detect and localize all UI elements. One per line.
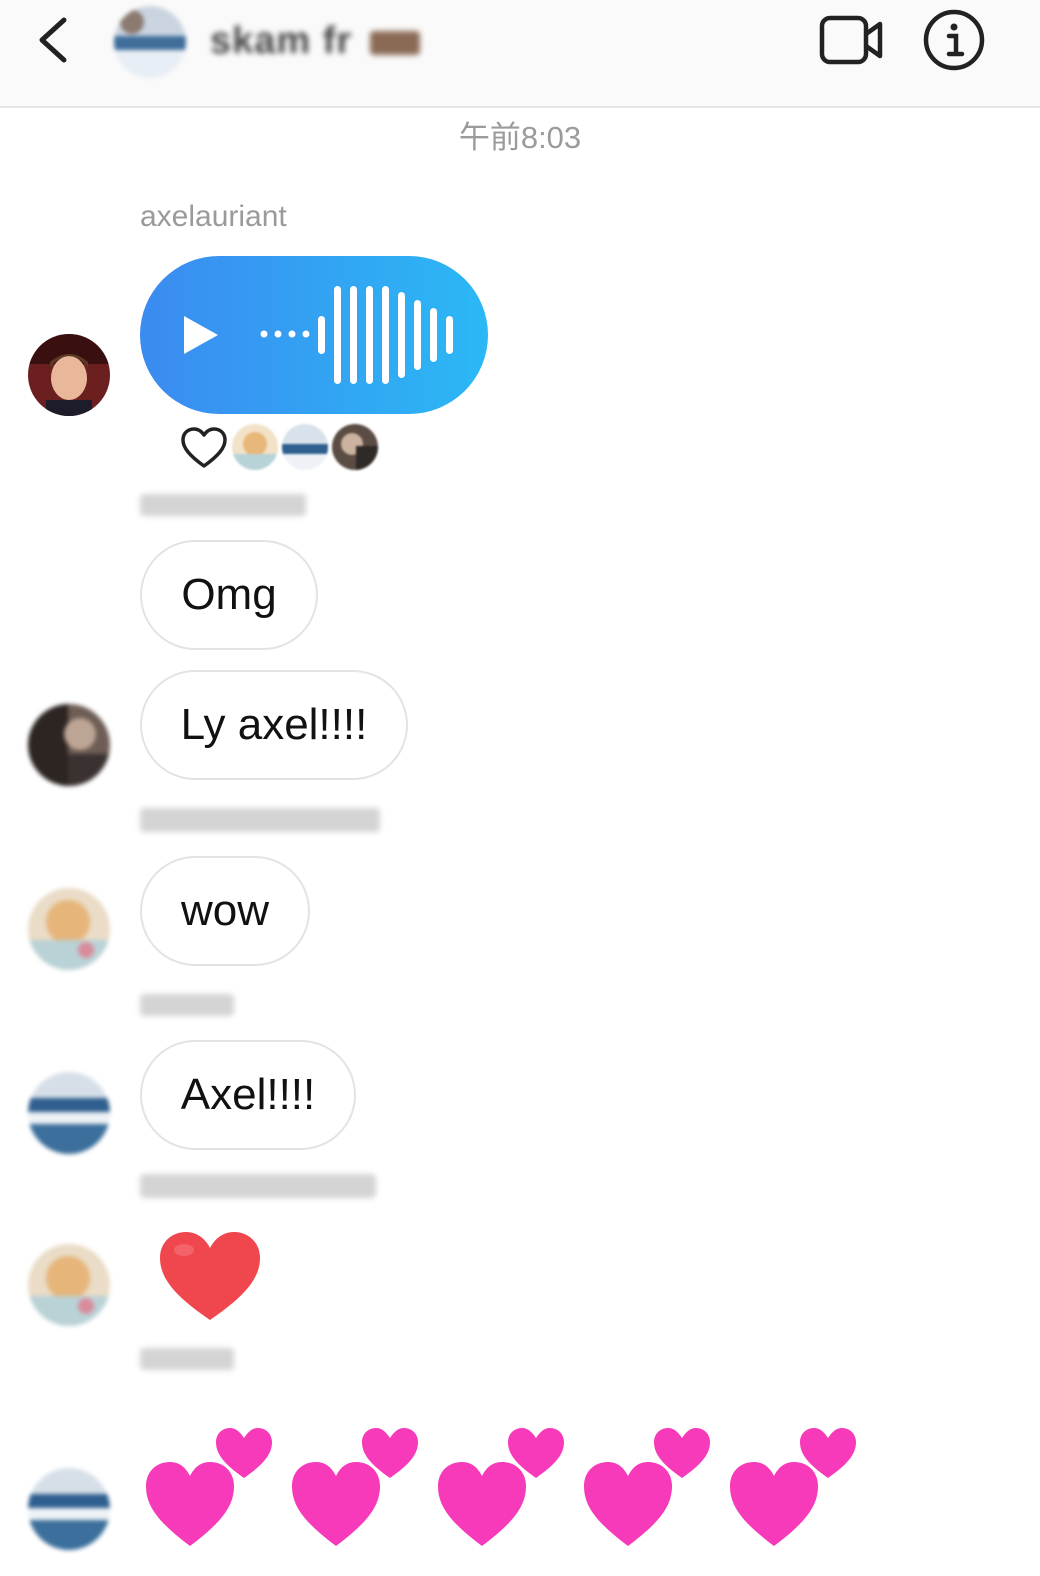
message-reactions[interactable] [180, 424, 380, 472]
sender-name[interactable] [140, 490, 306, 524]
chat-header: skam fr [0, 0, 1040, 108]
sender-name[interactable]: axelauriant [140, 200, 287, 234]
two-hearts-icon [146, 1428, 272, 1546]
two-hearts-icon [584, 1428, 710, 1546]
message-text: wow [180, 886, 270, 935]
sender-name[interactable] [140, 990, 234, 1024]
avatar[interactable] [28, 704, 110, 786]
heart-outline-icon [181, 427, 227, 468]
avatar[interactable] [28, 1244, 110, 1326]
avatar[interactable] [28, 334, 110, 416]
reactor-avatar [282, 424, 328, 470]
avatar[interactable] [28, 1072, 110, 1154]
video-camera-icon [819, 15, 883, 65]
info-icon [923, 9, 985, 71]
avatar[interactable] [28, 1468, 110, 1550]
title-emoji-icon [370, 30, 421, 55]
waveform-icon [260, 286, 453, 384]
sender-name[interactable] [140, 1172, 376, 1206]
message-bubble[interactable]: Ly axel!!!! [140, 670, 408, 780]
message-bubble[interactable]: Axel!!!! [140, 1040, 356, 1150]
info-button[interactable] [922, 8, 986, 72]
two-hearts-icon [292, 1428, 418, 1546]
back-button[interactable] [28, 10, 84, 70]
play-icon[interactable] [180, 314, 220, 356]
voice-message[interactable] [140, 256, 488, 414]
group-title[interactable]: skam fr [210, 20, 421, 63]
two-hearts-icon [730, 1428, 856, 1546]
two-hearts-icon [438, 1428, 564, 1546]
timestamp: 午前8:03 [458, 120, 582, 155]
avatar[interactable] [28, 888, 110, 970]
message-text: Axel!!!! [180, 1070, 316, 1119]
two-hearts-emoji-message[interactable] [144, 1410, 874, 1550]
sender-name[interactable] [140, 1344, 234, 1378]
group-avatar[interactable] [114, 6, 186, 78]
red-heart-emoji-icon[interactable] [156, 1228, 264, 1324]
reactor-avatar [332, 424, 378, 470]
group-title-text: skam fr [210, 20, 353, 62]
message-text: Omg [181, 570, 277, 619]
video-call-button[interactable] [818, 12, 886, 68]
message-text: Ly axel!!!! [180, 700, 368, 749]
reactor-avatar [232, 424, 278, 470]
back-chevron-icon [39, 17, 67, 63]
sender-name[interactable] [140, 806, 380, 840]
message-bubble[interactable]: wow [140, 856, 310, 966]
message-bubble[interactable]: Omg [140, 540, 318, 650]
